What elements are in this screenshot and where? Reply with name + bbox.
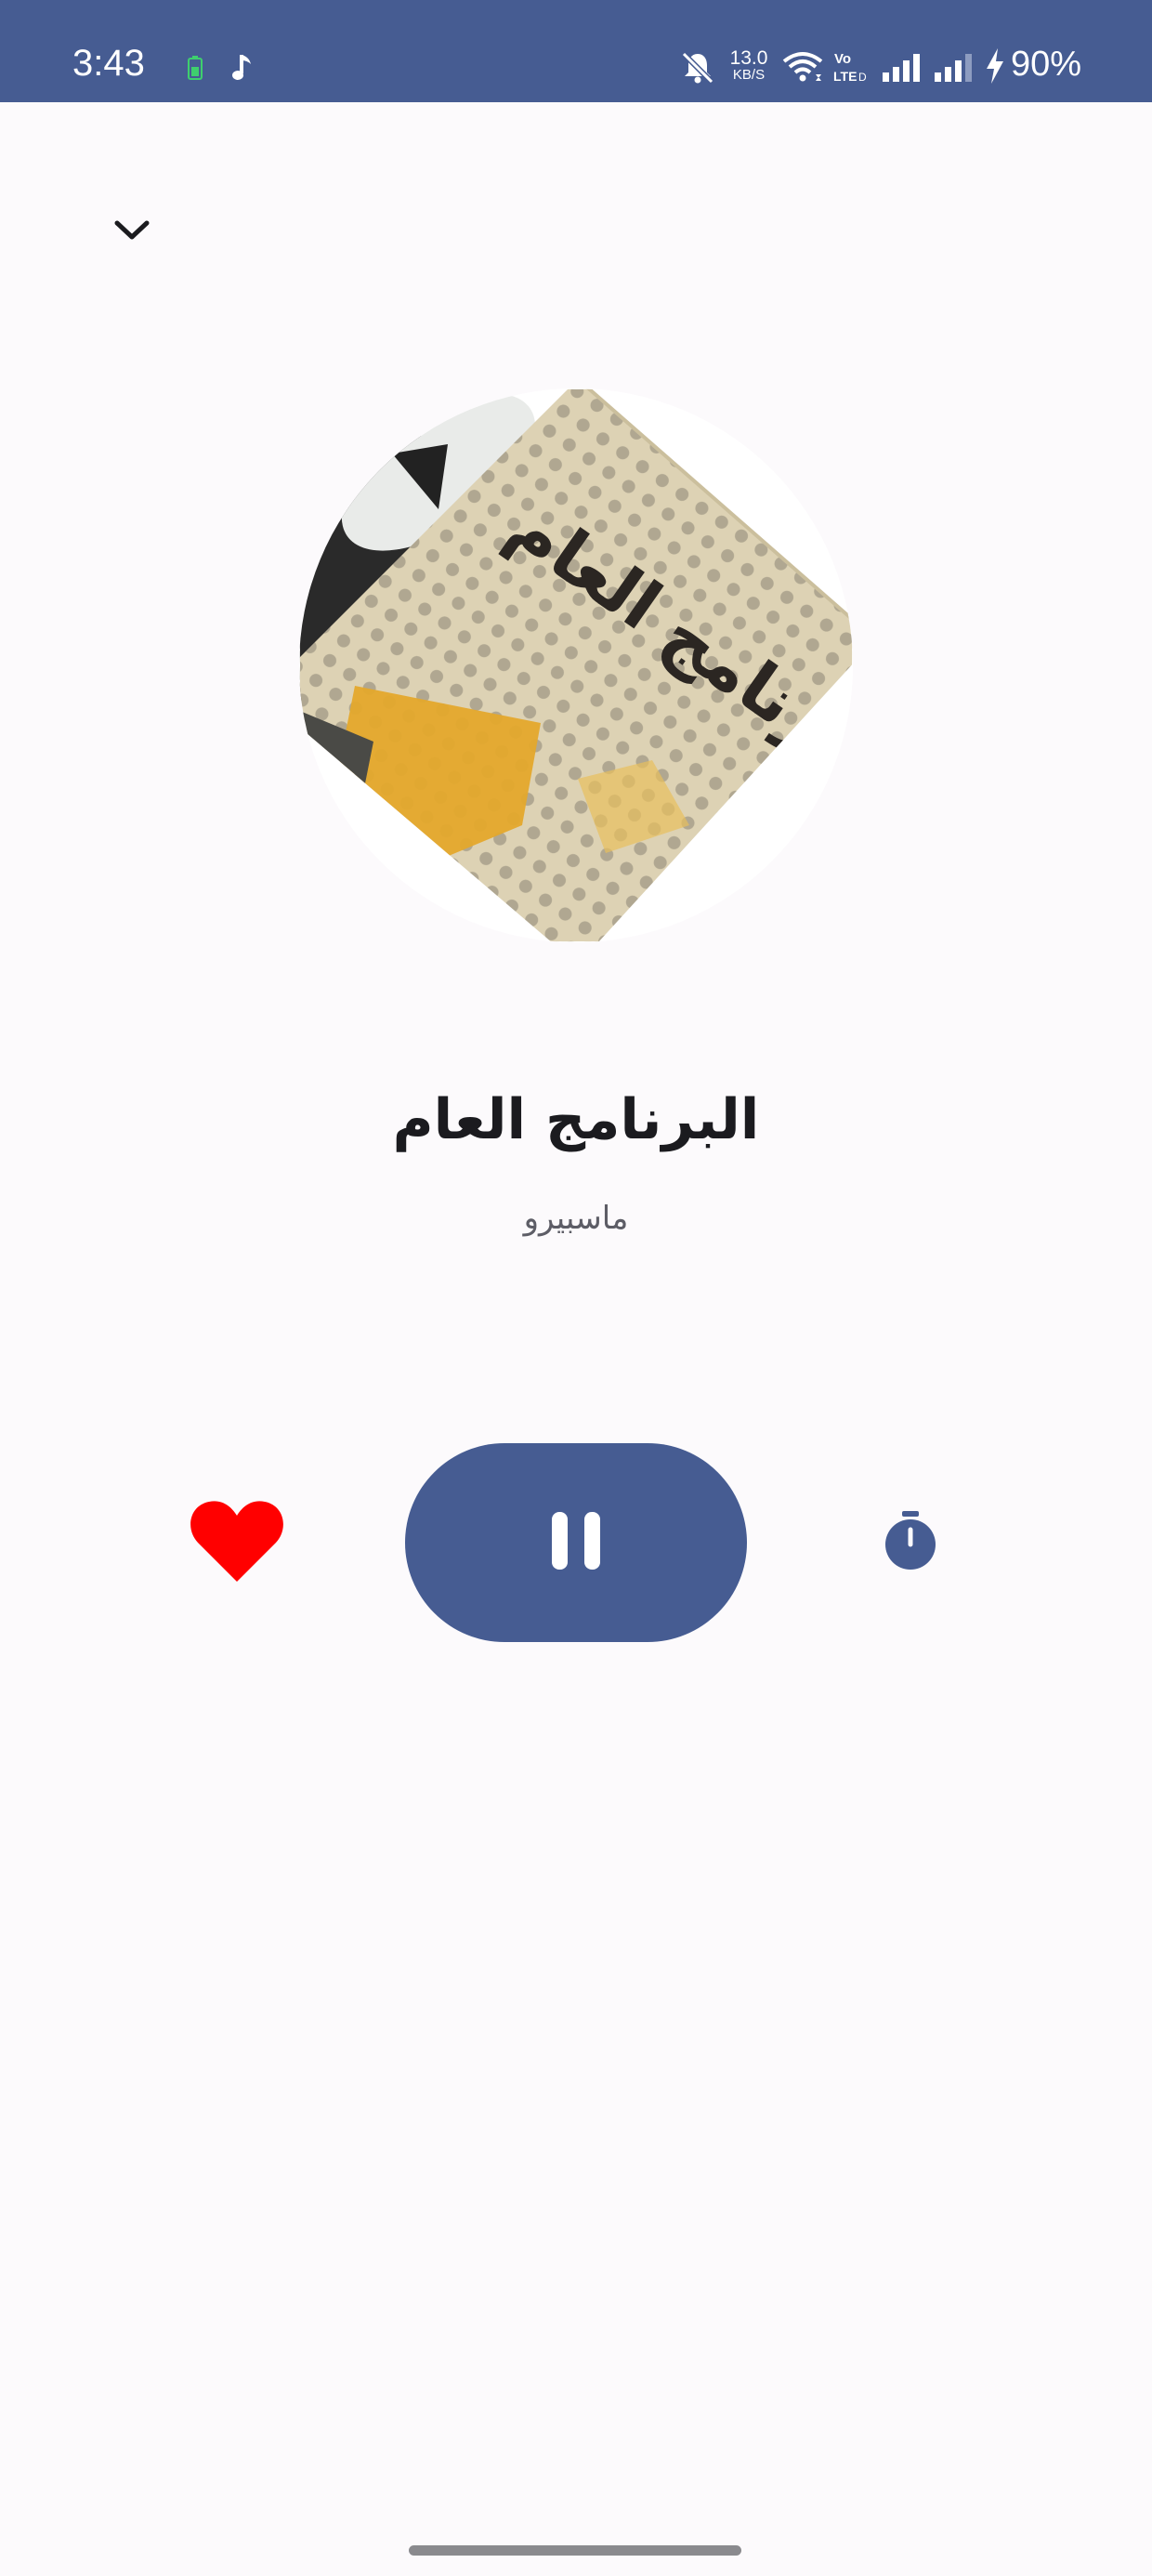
svg-text:LTE: LTE: [833, 69, 857, 84]
station-title: البرنامج العام: [392, 1087, 760, 1152]
heart-icon: [190, 1498, 283, 1587]
station-artwork: البرنامج العام: [299, 388, 853, 942]
sleep-timer-button[interactable]: [873, 1505, 948, 1580]
player-screen: 3:43 13.0 KB/S Vo LTE D 90% البرنامج الع…: [0, 0, 1152, 2576]
music-note-icon: [232, 53, 253, 83]
net-speed-value: 13.0: [729, 47, 768, 69]
artwork-image: البرنامج العام: [299, 388, 853, 942]
status-bar: 3:43 13.0 KB/S Vo LTE D 90%: [0, 0, 1152, 102]
pause-button[interactable]: [405, 1443, 747, 1642]
pause-icon: [548, 1510, 604, 1575]
status-time: 3:43: [72, 43, 145, 84]
collapse-button[interactable]: [100, 206, 164, 258]
timer-icon: [884, 1511, 937, 1574]
signal-icon: [881, 54, 922, 82]
net-speed-unit: KB/S: [732, 67, 766, 83]
svg-text:Vo: Vo: [834, 51, 851, 67]
charging-icon: [985, 48, 1005, 84]
svg-text:D: D: [858, 71, 867, 84]
signal-icon: [933, 54, 974, 82]
favorite-button[interactable]: [186, 1496, 288, 1589]
net-speed: 13.0 KB/S: [727, 48, 771, 83]
station-subtitle: ماسبيرو: [523, 1200, 629, 1237]
battery-saver-icon: [188, 56, 203, 80]
volte-icon: Vo LTE D: [832, 49, 870, 85]
mute-icon: [680, 50, 715, 85]
chevron-down-icon: [113, 219, 151, 245]
wifi-icon: [782, 50, 823, 84]
battery-level: 90%: [1011, 45, 1082, 84]
gesture-nav-bar[interactable]: [409, 2545, 741, 2556]
